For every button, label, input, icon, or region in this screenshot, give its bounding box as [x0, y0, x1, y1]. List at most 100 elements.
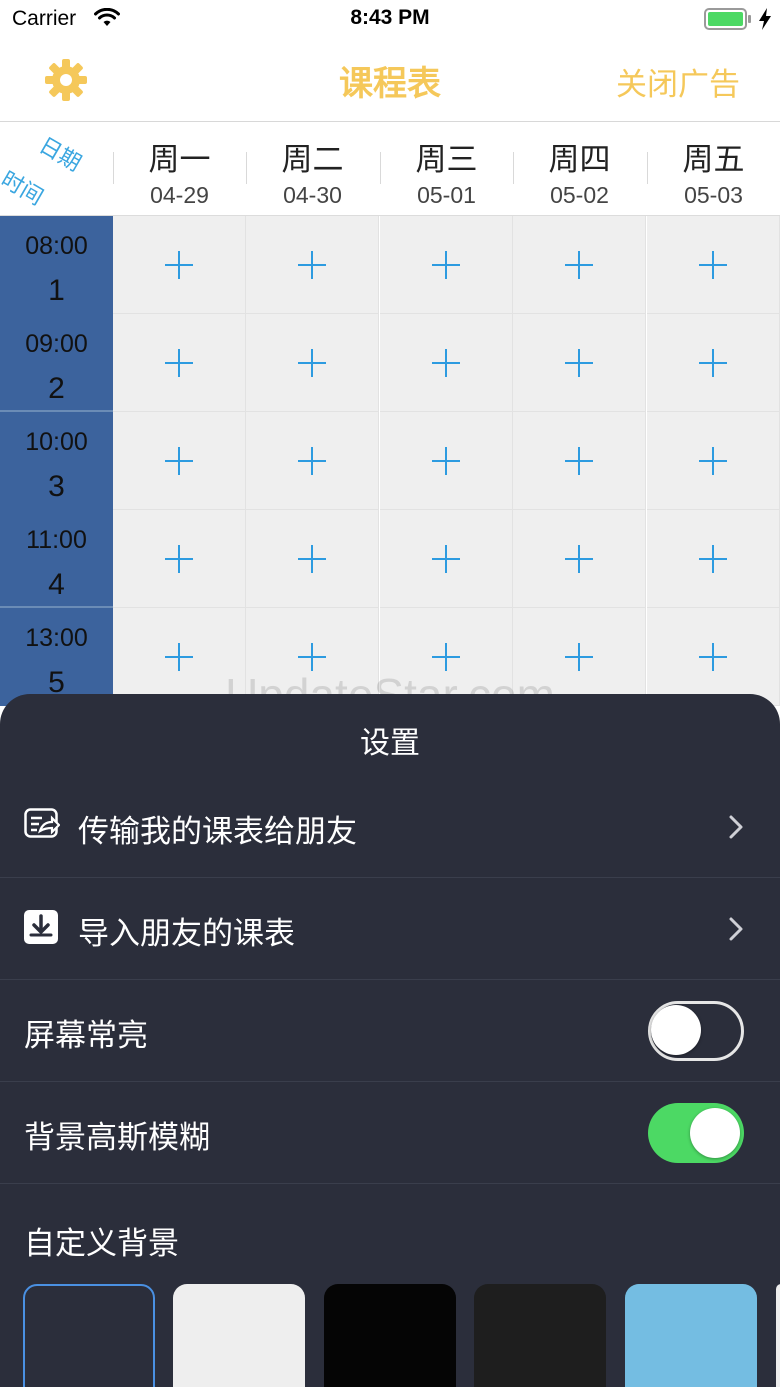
schedule-cell[interactable] — [513, 412, 646, 510]
schedule-cell[interactable] — [113, 314, 246, 412]
add-course-icon[interactable] — [165, 250, 193, 279]
schedule-cell[interactable] — [113, 412, 246, 510]
period-number: 4 — [48, 568, 65, 601]
schedule-cell[interactable] — [647, 412, 780, 510]
screen: Carrier 8:43 PM 课程表 关闭广告 日期 时间 周一 04-29 … — [0, 0, 780, 1387]
period-time: 08:00 — [25, 232, 88, 260]
blur-background-label: 背景高斯模糊 — [24, 1120, 210, 1156]
background-swatch-partial[interactable] — [776, 1284, 780, 1387]
import-schedule-row[interactable]: 导入朋友的课表 — [0, 878, 780, 980]
add-course-icon[interactable] — [432, 348, 460, 377]
add-course-icon[interactable] — [165, 348, 193, 377]
day-header: 周三 05-01 — [380, 122, 513, 216]
background-swatch[interactable] — [324, 1284, 456, 1387]
status-bar: Carrier 8:43 PM — [0, 0, 780, 40]
background-swatch[interactable] — [173, 1284, 305, 1387]
add-course-icon[interactable] — [165, 446, 193, 475]
share-schedule-label: 传输我的课表给朋友 — [78, 814, 357, 850]
background-swatches: 相册 — [0, 1284, 780, 1387]
day-header: 周四 05-02 — [513, 122, 646, 216]
period-time: 09:00 — [25, 330, 88, 358]
schedule-cell[interactable] — [513, 510, 646, 608]
add-course-icon[interactable] — [699, 544, 727, 573]
background-swatch[interactable] — [474, 1284, 606, 1387]
background-swatch[interactable] — [625, 1284, 757, 1387]
add-course-icon[interactable] — [432, 642, 460, 671]
schedule-cell[interactable] — [246, 216, 379, 314]
add-course-icon[interactable] — [432, 446, 460, 475]
import-schedule-label: 导入朋友的课表 — [78, 916, 295, 952]
album-label: 相册 — [25, 1382, 153, 1387]
settings-title: 设置 — [360, 726, 420, 761]
toggle-knob — [690, 1108, 740, 1158]
period-number: 2 — [48, 372, 65, 405]
schedule-cell[interactable] — [513, 216, 646, 314]
blur-background-toggle[interactable] — [648, 1103, 744, 1163]
add-course-icon[interactable] — [165, 642, 193, 671]
add-course-icon[interactable] — [699, 642, 727, 671]
keep-screen-on-label: 屏幕常亮 — [24, 1018, 148, 1054]
add-course-icon[interactable] — [565, 348, 593, 377]
keep-screen-on-toggle[interactable] — [648, 1001, 744, 1061]
background-swatch-album[interactable]: 相册 — [23, 1284, 155, 1387]
schedule-cell[interactable] — [113, 510, 246, 608]
share-schedule-row[interactable]: 传输我的课表给朋友 — [0, 776, 780, 878]
schedule-cell[interactable] — [647, 510, 780, 608]
period-cell: 09:00 2 — [0, 314, 113, 412]
add-course-icon[interactable] — [699, 250, 727, 279]
add-course-icon[interactable] — [699, 446, 727, 475]
schedule-cell[interactable] — [380, 412, 513, 510]
add-course-icon[interactable] — [298, 544, 326, 573]
schedule-cell[interactable] — [513, 314, 646, 412]
add-course-icon[interactable] — [432, 544, 460, 573]
day-name: 周一 — [148, 142, 211, 178]
schedule-cell[interactable] — [246, 314, 379, 412]
period-cell: 11:00 4 — [0, 510, 113, 608]
period-time: 10:00 — [25, 428, 88, 456]
schedule-cell[interactable] — [113, 216, 246, 314]
day-date: 04-30 — [283, 182, 342, 208]
add-course-icon[interactable] — [298, 348, 326, 377]
custom-background-title: 自定义背景 — [24, 1226, 179, 1262]
timetable-grid: 08:00 1 09:00 2 10:00 3 11:00 4 13:00 5 — [0, 216, 780, 706]
add-course-icon[interactable] — [165, 544, 193, 573]
share-schedule-icon — [24, 808, 60, 838]
schedule-cell[interactable] — [246, 510, 379, 608]
chevron-right-icon — [729, 917, 743, 941]
period-number: 3 — [48, 470, 65, 503]
period-time: 11:00 — [26, 526, 87, 554]
clock: 8:43 PM — [350, 6, 430, 29]
add-course-icon[interactable] — [298, 250, 326, 279]
battery-icon — [704, 8, 751, 30]
day-name: 周二 — [281, 142, 344, 178]
add-course-icon[interactable] — [699, 348, 727, 377]
period-cell: 08:00 1 — [0, 216, 113, 314]
charging-bolt-icon — [759, 8, 771, 30]
add-course-icon[interactable] — [432, 250, 460, 279]
period-number: 1 — [48, 274, 65, 307]
schedule-cell[interactable] — [380, 510, 513, 608]
week-header: 日期 时间 周一 04-29 周二 04-30 周三 05-01 周四 05-0… — [0, 122, 780, 216]
settings-sheet: 设置 传输我的课表给朋友 导入朋友的课表 屏幕常亮 背景高斯模糊 自定义背景 — [0, 694, 780, 1387]
add-course-icon[interactable] — [565, 544, 593, 573]
period-time: 13:00 — [25, 624, 88, 652]
day-name: 周四 — [548, 142, 611, 178]
close-ad-button[interactable]: 关闭广告 — [616, 59, 740, 104]
nav-bar: 课程表 关闭广告 — [0, 40, 780, 122]
schedule-cell[interactable] — [647, 216, 780, 314]
schedule-cell[interactable] — [647, 314, 780, 412]
time-column: 08:00 1 09:00 2 10:00 3 11:00 4 13:00 5 — [0, 216, 113, 706]
add-course-icon[interactable] — [298, 642, 326, 671]
add-course-icon[interactable] — [565, 250, 593, 279]
add-course-icon[interactable] — [298, 446, 326, 475]
day-header: 周一 04-29 — [113, 122, 246, 216]
schedule-cell[interactable] — [246, 412, 379, 510]
period-cell: 10:00 3 — [0, 412, 113, 510]
chevron-right-icon — [729, 815, 743, 839]
add-course-icon[interactable] — [565, 446, 593, 475]
day-header: 周五 05-03 — [647, 122, 780, 216]
schedule-cell[interactable] — [380, 216, 513, 314]
schedule-cell[interactable] — [380, 314, 513, 412]
day-name: 周三 — [415, 142, 478, 178]
add-course-icon[interactable] — [565, 642, 593, 671]
